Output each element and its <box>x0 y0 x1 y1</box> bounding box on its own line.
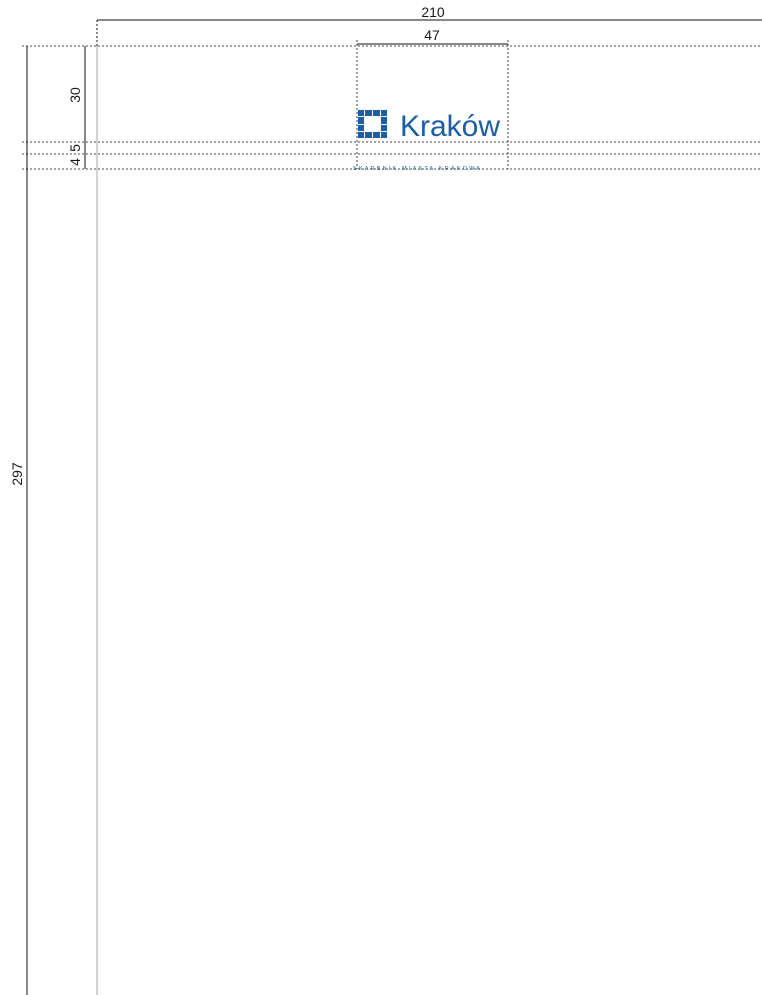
krakow-emblem-icon <box>358 110 387 138</box>
logo-wordmark: Kraków <box>400 110 500 143</box>
letterhead-spec-diagram: 210 47 30 5 4 297 Kraków SKARBNIK MIASTA… <box>0 0 762 995</box>
logo-height-label: 5 <box>67 144 83 152</box>
gap-label: 4 <box>67 158 83 166</box>
diagram-canvas: 210 47 30 5 4 297 Kraków SKARBNIK MIASTA… <box>9 4 762 995</box>
top-margin-label: 30 <box>67 87 83 103</box>
logo-width-label: 47 <box>424 27 440 43</box>
krakow-logo: Kraków SKARBNIK MIASTA KRAKOWA <box>353 110 500 172</box>
sheet-height-label: 297 <box>9 462 25 486</box>
logo-tagline: SKARBNIK MIASTA KRAKOWA <box>353 166 482 172</box>
sheet-width-label: 210 <box>421 4 445 20</box>
